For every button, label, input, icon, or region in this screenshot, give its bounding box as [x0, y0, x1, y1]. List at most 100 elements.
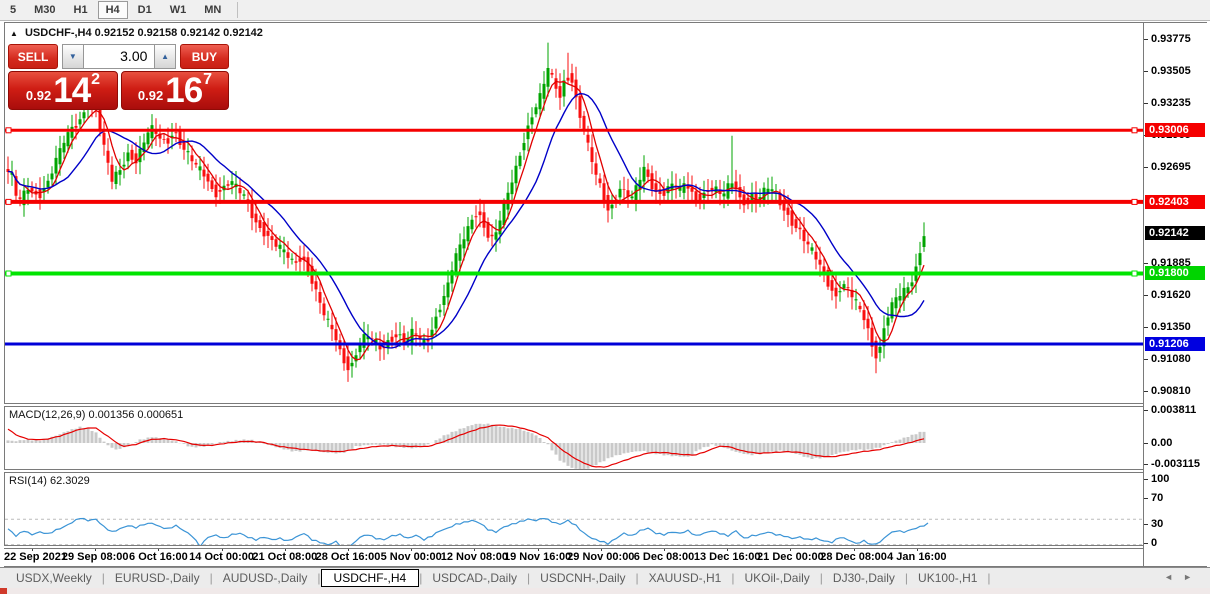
chart-tab-usdchf[interactable]: USDCHF-,H4: [320, 569, 420, 587]
time-axis[interactable]: 22 Sep 2021 29 Sep 08:00 6 Oct 16:00 14 Oct…: [4, 547, 1143, 566]
price-badge-0.92142: 0.92142: [1145, 225, 1205, 240]
sell-price-base: 0.92: [25, 88, 52, 103]
price-tick-label: 0.93505: [1151, 65, 1191, 78]
bottom-strip: [0, 588, 1210, 594]
chart-tab-usdcnh[interactable]: USDCNH-,Daily: [530, 569, 635, 587]
panel-separator[interactable]: [4, 469, 1207, 473]
time-axis-label: 28 Dec 08:00: [820, 551, 887, 563]
panel-separator[interactable]: [4, 545, 1207, 549]
rsi-tick-mark: [1144, 479, 1148, 480]
price-tick-label: 0.93775: [1151, 33, 1191, 45]
timeframe-button-d1[interactable]: D1: [130, 1, 160, 19]
level-handle[interactable]: [5, 127, 12, 134]
timeframe-toolbar: 5 M30 H1 H4 D1 W1 MN: [0, 0, 1210, 21]
one-click-trade-panel: SELL ▼ 3.00 ▲ BUY 0.92 14 2 0.92 16 7: [8, 44, 230, 110]
price-axis[interactable]: 0.937750.935050.932350.929650.926950.918…: [1143, 23, 1208, 566]
level-handle[interactable]: [1131, 270, 1138, 277]
chart-tab-usdx[interactable]: USDX,Weekly: [6, 569, 102, 587]
price-tick-label: 0.93235: [1151, 97, 1191, 110]
buy-price-big: 16: [165, 71, 203, 111]
price-tick-mark: [1144, 294, 1148, 296]
rsi-tick-mark: [1144, 543, 1148, 544]
price-tick-mark: [1144, 358, 1148, 360]
tab-scroll-left-icon[interactable]: ◄: [1164, 572, 1183, 582]
macd-tick-mark: [1144, 410, 1148, 411]
buy-button[interactable]: BUY: [179, 44, 230, 69]
rsi-tick-label: 30: [1151, 517, 1164, 530]
price-badge-0.92403: 0.92403: [1145, 194, 1205, 209]
toolbar-separator: [237, 2, 239, 18]
timeframe-button-h1[interactable]: H1: [66, 1, 96, 19]
chart-tab-usdcad[interactable]: USDCAD-,Daily: [422, 569, 527, 587]
chart-tab-xauusd[interactable]: XAUUSD-,H1: [639, 569, 732, 587]
rsi-tick-label: 100: [1151, 473, 1170, 485]
timeframe-button-w1[interactable]: W1: [162, 1, 195, 19]
tab-scroll-arrows[interactable]: ◄►: [1164, 572, 1202, 582]
chart-tab-dj30[interactable]: DJ30-,Daily: [823, 569, 905, 587]
ohlc-low: 0.92142: [180, 27, 221, 39]
symbol-tab-bar: USDX,Weekly | EURUSD-,Daily | AUDUSD-,Daily |…: [0, 567, 1210, 588]
level-handle[interactable]: [5, 198, 12, 205]
sell-button[interactable]: SELL: [8, 44, 59, 69]
price-tick-label: 0.91080: [1151, 352, 1191, 365]
rsi-label: RSI(14) 62.3029: [9, 475, 90, 487]
volume-decrease-button[interactable]: ▼: [62, 44, 84, 69]
macd-histogram: [6, 423, 926, 469]
macd-tick-mark: [1144, 464, 1148, 465]
ma-fast-line: [7, 80, 925, 361]
time-axis-label: 21 Dec 00:00: [757, 551, 824, 563]
chart-tab-uk100[interactable]: UK100-,H1: [908, 569, 987, 587]
time-axis-label: 19 Nov 16:00: [503, 551, 572, 563]
timeframe-button-h4[interactable]: H4: [97, 1, 128, 19]
candles-down-bodies: [6, 73, 878, 371]
price-tick-mark: [1144, 103, 1148, 105]
time-axis-label: 29 Nov 00:00: [567, 551, 635, 563]
price-tick-label: 0.91620: [1151, 288, 1191, 301]
chart-tab-eurusd[interactable]: EURUSD-,Daily: [105, 569, 210, 587]
time-axis-label: 14 Oct 00:00: [189, 551, 255, 563]
chart-tab-ukoil[interactable]: UKOil-,Daily: [734, 569, 819, 587]
time-axis-label: 12 Nov 08:00: [440, 551, 509, 563]
timeframe-button-m30[interactable]: M30: [26, 1, 63, 19]
chart-window: ▲ USDCHF-,H4 0.92152 0.92158 0.92142 0.9…: [0, 21, 1210, 567]
price-tick-mark: [1144, 39, 1148, 40]
chart-symbol: USDCHF-,H4: [24, 27, 92, 39]
bottom-strip-fragment: [0, 588, 7, 594]
tab-scroll-right-icon[interactable]: ►: [1183, 572, 1202, 582]
rsi-canvas[interactable]: [5, 473, 1143, 545]
ohlc-high: 0.92158: [137, 27, 178, 39]
rsi-tick-label: 0: [1151, 537, 1158, 549]
macd-tick-label: 0.00: [1151, 437, 1173, 449]
sell-price-big: 14: [53, 71, 91, 111]
time-axis-label: 5 Nov 00:00: [380, 551, 442, 563]
level-handle[interactable]: [1131, 198, 1138, 205]
price-tick-label: 0.91350: [1151, 320, 1191, 333]
spin-down-icon: ▼: [68, 52, 77, 61]
rsi-tick-label: 70: [1151, 492, 1164, 505]
timeframe-button-5[interactable]: 5: [2, 1, 24, 19]
macd-tick-label: -0.003115: [1151, 458, 1200, 470]
spin-up-icon: ▲: [161, 52, 170, 61]
level-handle[interactable]: [5, 270, 12, 277]
chart-title: ▲ USDCHF-,H4 0.92152 0.92158 0.92142 0.9…: [10, 27, 263, 39]
price-badge-0.91800: 0.91800: [1145, 266, 1205, 281]
time-axis-label: 4 Jan 16:00: [887, 551, 947, 563]
level-handle[interactable]: [1131, 127, 1138, 134]
volume-input[interactable]: 3.00: [83, 44, 155, 69]
panel-separator[interactable]: [4, 403, 1207, 407]
buy-price-tile[interactable]: 0.92 16 7: [121, 71, 229, 110]
sell-price-tile[interactable]: 0.92 14 2: [8, 71, 118, 110]
time-axis-label: 28 Oct 16:00: [315, 551, 381, 563]
price-tick-label: 0.90810: [1151, 385, 1191, 397]
price-tick-label: 0.92695: [1151, 161, 1191, 174]
macd-tick-label: 0.003811: [1151, 404, 1197, 416]
timeframe-button-mn[interactable]: MN: [196, 1, 229, 19]
time-axis-label: 6 Dec 08:00: [633, 551, 695, 563]
volume-increase-button[interactable]: ▲: [154, 44, 176, 69]
time-axis-label: 29 Sep 08:00: [61, 551, 129, 563]
sell-price-sup: 2: [91, 71, 101, 88]
macd-label: MACD(12,26,9) 0.001356 0.000651: [9, 409, 184, 421]
chart-tab-audusd[interactable]: AUDUSD-,Daily: [213, 569, 318, 587]
macd-tick-mark: [1144, 443, 1148, 444]
collapse-arrow-icon[interactable]: ▲: [10, 29, 18, 38]
